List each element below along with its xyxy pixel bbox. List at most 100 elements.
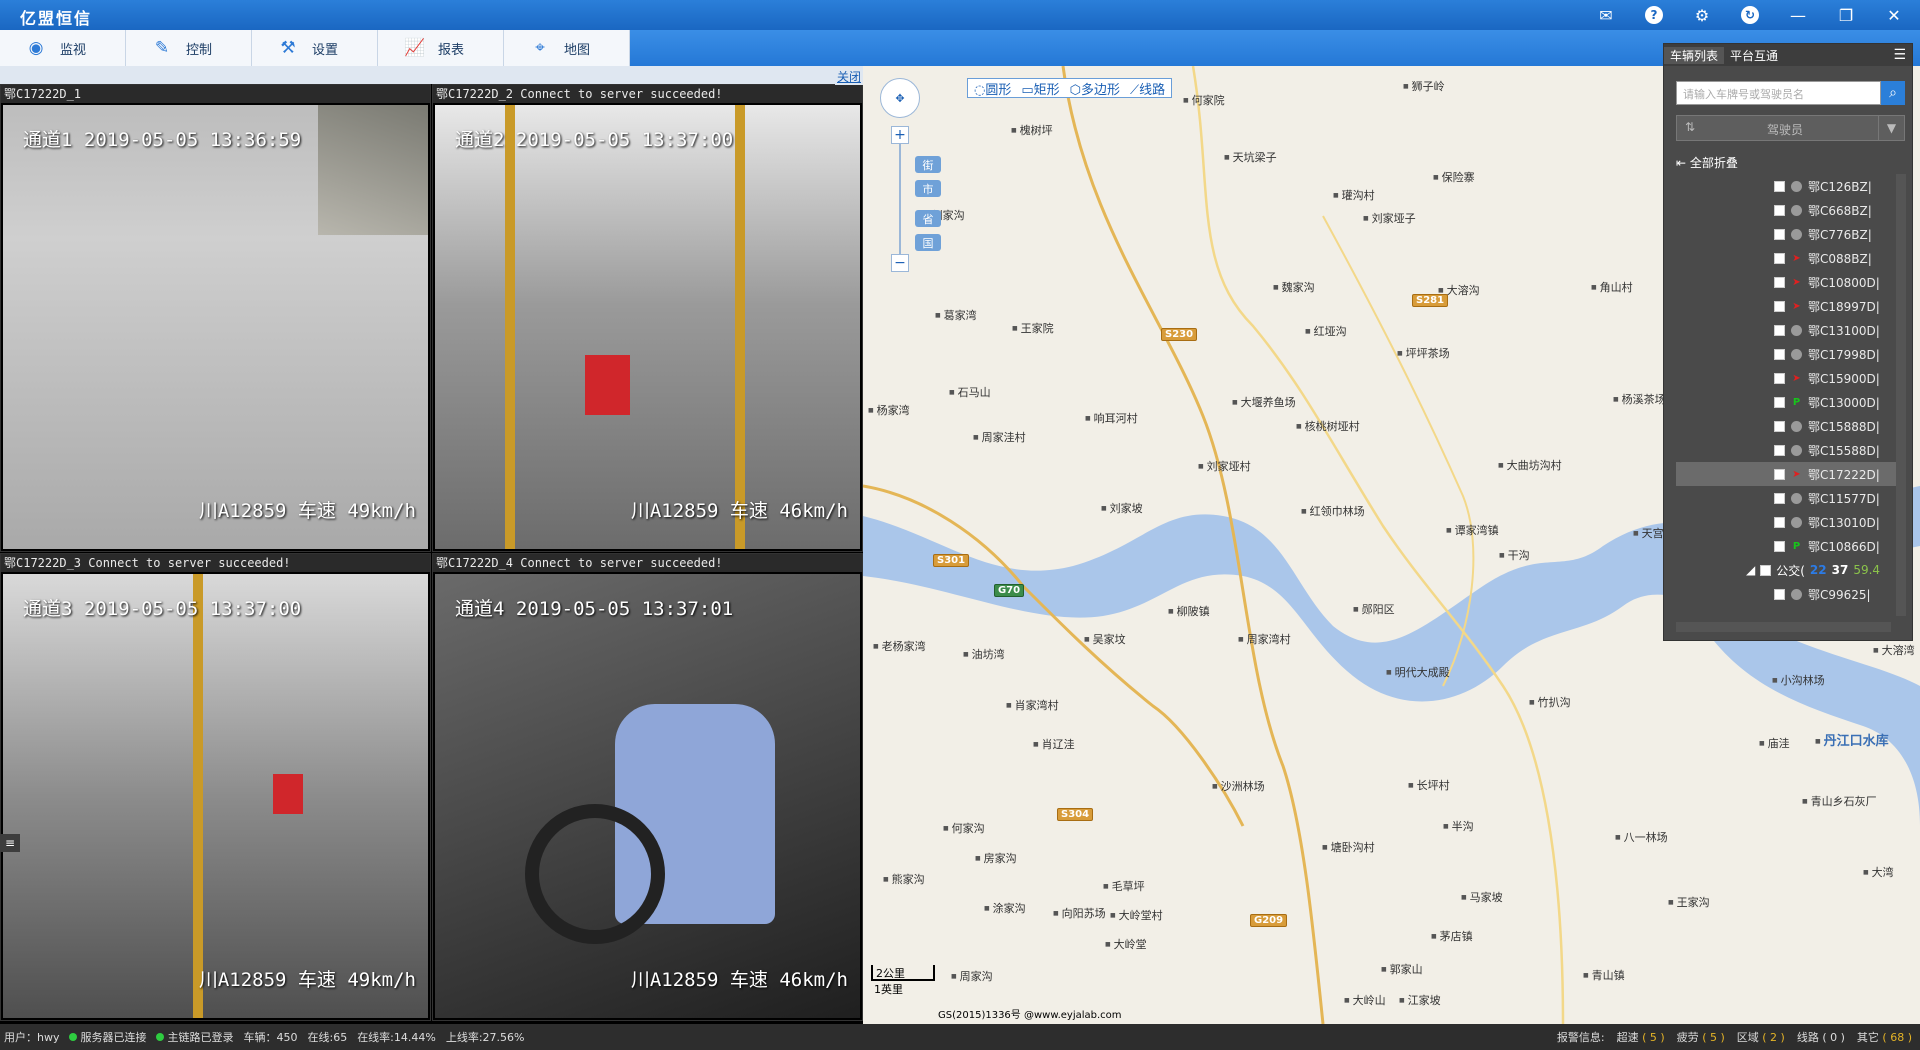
collapse-all-button[interactable]: ⇤ 全部折叠	[1676, 154, 1738, 171]
map-place: 谭家湾镇	[1446, 522, 1499, 538]
offline-icon	[1791, 492, 1802, 504]
collapse-label: 全部折叠	[1689, 156, 1738, 170]
vehicle-row[interactable]: ➤ 鄂C17222D|	[1676, 462, 1896, 486]
tab-platform-link[interactable]: 平台互通	[1724, 47, 1784, 64]
map-place: 青山镇	[1583, 967, 1625, 983]
vehicle-checkbox[interactable]	[1774, 276, 1785, 288]
vehicle-row[interactable]: 鄂C668BZ|	[1676, 198, 1896, 222]
vehicle-row[interactable]: 鄂C776BZ|	[1676, 222, 1896, 246]
close-window-button[interactable]: ✕	[1872, 3, 1916, 27]
vehicle-row[interactable]: 鄂C17998D|	[1676, 342, 1896, 366]
zoom-level-province[interactable]: 省	[915, 210, 941, 227]
mail-icon[interactable]: ✉	[1584, 3, 1628, 27]
video-channel-1[interactable]: 鄂C17222D_1 通道1 2019-05-05 13:36:59 川A128…	[0, 84, 431, 552]
vehicle-row[interactable]: P 鄂C13000D|	[1676, 390, 1896, 414]
vehicle-checkbox[interactable]	[1774, 516, 1785, 528]
rectangle-tool[interactable]: ▭矩形	[1021, 79, 1059, 98]
vehicle-checkbox[interactable]	[1774, 492, 1785, 504]
vehicle-row[interactable]: 鄂C15588D|	[1676, 438, 1896, 462]
pan-control[interactable]: ✥	[880, 78, 920, 118]
video-channel-4[interactable]: 鄂C17222D_4 Connect to server succeeded! …	[432, 553, 863, 1021]
group-checkbox[interactable]	[1760, 564, 1772, 576]
alarm-route[interactable]: 线路 ( 0 )	[1797, 1029, 1845, 1045]
tab-control[interactable]: ✎ 控制	[126, 30, 252, 66]
list-scrollbar-horizontal[interactable]	[1676, 622, 1891, 632]
circle-tool[interactable]: ◌圆形	[974, 79, 1011, 98]
zoom-in-button[interactable]: +	[891, 126, 909, 144]
tab-vehicle-list[interactable]: 车辆列表	[1664, 46, 1725, 64]
channel-timestamp: 通道1 2019-05-05 13:36:59	[23, 129, 302, 151]
zoom-level-country[interactable]: 国	[915, 234, 941, 251]
nav-bar: ◉ 监视 ✎ 控制 ⚒ 设置 📈 报表 ⌖ 地图	[0, 30, 1920, 66]
vehicle-checkbox[interactable]	[1774, 300, 1785, 312]
zoom-slider[interactable]	[899, 144, 901, 254]
chevron-down-icon[interactable]: ▼	[1878, 116, 1904, 140]
vehicle-checkbox[interactable]	[1774, 540, 1785, 552]
vehicle-checkbox[interactable]	[1774, 468, 1785, 480]
vehicle-checkbox[interactable]	[1774, 372, 1785, 384]
road-badge: S301	[933, 554, 970, 567]
vehicle-row[interactable]: 鄂C99625|	[1676, 582, 1896, 606]
list-scrollbar-vertical[interactable]	[1896, 174, 1906, 616]
restore-button[interactable]: ❐	[1824, 3, 1868, 27]
offline-icon	[1791, 180, 1802, 192]
polygon-tool[interactable]: ⬡多边形	[1070, 79, 1120, 98]
alarm-overspeed[interactable]: 超速 ( 5 )	[1617, 1029, 1665, 1045]
group-total: 37	[1831, 563, 1849, 577]
vehicle-plate: 鄂C776BZ|	[1808, 227, 1872, 242]
vehicle-row[interactable]: P 鄂C10866D|	[1676, 534, 1896, 558]
close-video-link[interactable]: 关闭	[835, 68, 864, 85]
vehicle-row[interactable]: 鄂C11577D|	[1676, 486, 1896, 510]
handrail	[735, 105, 745, 549]
vehicle-row[interactable]: 鄂C13010D|	[1676, 510, 1896, 534]
alarm-area[interactable]: 区域 ( 2 )	[1737, 1029, 1785, 1045]
vehicle-checkbox[interactable]	[1774, 444, 1785, 456]
expand-icon[interactable]: ◢	[1746, 563, 1755, 577]
search-icon[interactable]: ⌕	[1881, 81, 1905, 105]
tab-monitor[interactable]: ◉ 监视	[0, 30, 126, 66]
vehicle-row[interactable]: ➤ 鄂C10800D|	[1676, 270, 1896, 294]
help-button[interactable]: ?	[1632, 3, 1676, 27]
sort-select[interactable]: ⇅ 驾驶员 ▼	[1676, 115, 1905, 141]
tab-map[interactable]: ⌖ 地图	[504, 30, 630, 66]
minimize-button[interactable]: —	[1776, 3, 1820, 27]
video-channel-2[interactable]: 鄂C17222D_2 Connect to server succeeded! …	[432, 84, 863, 552]
map-place: 响耳河村	[1085, 410, 1138, 426]
vehicle-checkbox[interactable]	[1774, 588, 1785, 600]
menu-icon[interactable]: ☰	[1893, 47, 1906, 63]
vehicle-checkbox[interactable]	[1774, 348, 1785, 360]
vehicle-checkbox[interactable]	[1774, 204, 1785, 216]
map-place: 核桃树垭村	[1296, 418, 1360, 434]
vehicle-row[interactable]: ➤ 鄂C15900D|	[1676, 366, 1896, 390]
route-tool[interactable]: ⟋线路	[1130, 79, 1165, 98]
tab-report[interactable]: 📈 报表	[378, 30, 504, 66]
vehicle-row[interactable]: ➤ 鄂C088BZ|	[1676, 246, 1896, 270]
refresh-button[interactable]: ↻	[1728, 3, 1772, 27]
vehicle-checkbox[interactable]	[1774, 324, 1785, 336]
road-badge: G70	[994, 584, 1025, 597]
vehicle-row[interactable]: 鄂C15888D|	[1676, 414, 1896, 438]
vehicle-row[interactable]: ➤ 鄂C18997D|	[1676, 294, 1896, 318]
alarm-other[interactable]: 其它 ( 68 )	[1857, 1029, 1912, 1045]
video-channel-3[interactable]: 鄂C17222D_3 Connect to server succeeded! …	[0, 553, 431, 1021]
tab-settings[interactable]: ⚒ 设置	[252, 30, 378, 66]
zoom-level-city[interactable]: 市	[915, 180, 941, 197]
vehicle-checkbox[interactable]	[1774, 396, 1785, 408]
side-toggle-button[interactable]: ≡	[0, 834, 20, 852]
vehicle-row[interactable]: 鄂C13100D|	[1676, 318, 1896, 342]
vehicle-group-row[interactable]: ◢ 公交(22 37 59.4	[1676, 558, 1896, 582]
vehicle-checkbox[interactable]	[1774, 180, 1785, 192]
offline-icon	[1791, 348, 1802, 360]
vehicle-search-input[interactable]: 请输入车牌号或驾驶员名	[1676, 81, 1881, 105]
map-place: 肖辽洼	[1033, 736, 1075, 752]
channel-timestamp: 通道3 2019-05-05 13:37:00	[23, 598, 302, 620]
vehicle-checkbox[interactable]	[1774, 420, 1785, 432]
zoom-level-street[interactable]: 街	[915, 156, 941, 173]
title-bar: 亿盟恒信 ✉ ? ⚙ ↻ — ❐ ✕	[0, 0, 1920, 30]
gear-icon[interactable]: ⚙	[1680, 3, 1724, 27]
zoom-out-button[interactable]: −	[891, 254, 909, 272]
vehicle-checkbox[interactable]	[1774, 228, 1785, 240]
vehicle-checkbox[interactable]	[1774, 252, 1785, 264]
vehicle-row[interactable]: 鄂C126BZ|	[1676, 174, 1896, 198]
alarm-fatigue[interactable]: 疲劳 ( 5 )	[1677, 1029, 1725, 1045]
